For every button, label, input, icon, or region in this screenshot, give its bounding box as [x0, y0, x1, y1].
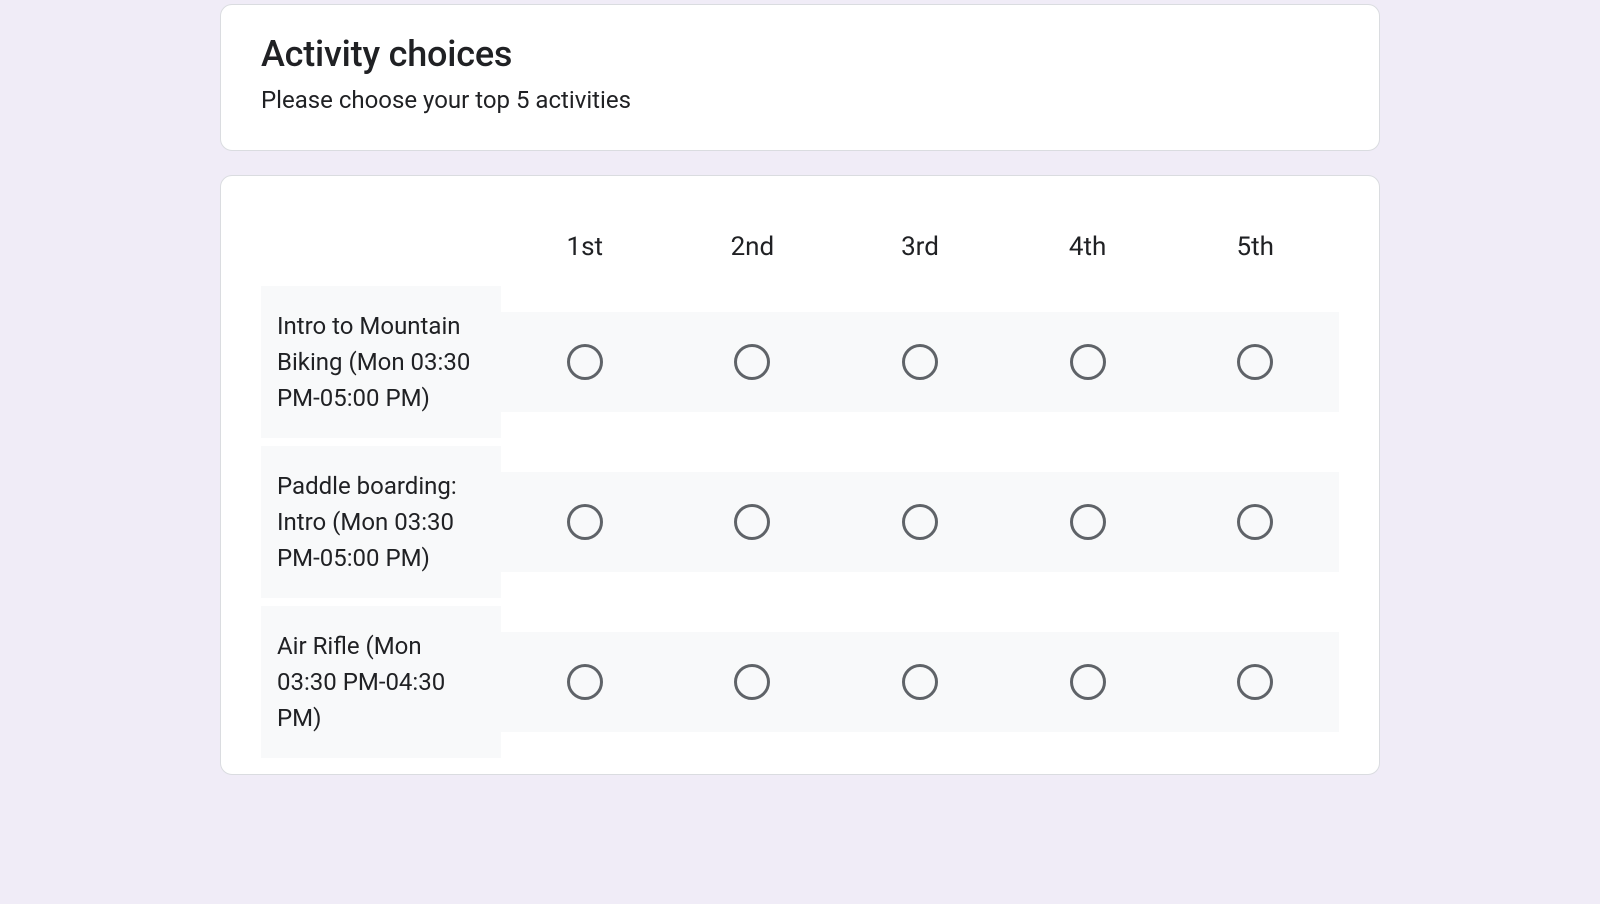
- radio-cell: [836, 312, 1004, 412]
- radio-cell: [501, 472, 669, 572]
- radio-cell: [1171, 472, 1339, 572]
- section-title: Activity choices: [261, 31, 1339, 78]
- radio-button[interactable]: [902, 664, 938, 700]
- radio-cell: [669, 632, 837, 732]
- row-label: Air Rifle (Mon 03:30 PM-04:30 PM): [261, 606, 501, 758]
- radio-button[interactable]: [567, 504, 603, 540]
- column-header-1st: 1st: [501, 220, 669, 286]
- radio-button[interactable]: [734, 344, 770, 380]
- row-label: Paddle boarding: Intro (Mon 03:30 PM-05:…: [261, 446, 501, 598]
- radio-button[interactable]: [1237, 504, 1273, 540]
- radio-cell: [1171, 632, 1339, 732]
- radio-button[interactable]: [567, 664, 603, 700]
- radio-button[interactable]: [902, 344, 938, 380]
- radio-button[interactable]: [1070, 664, 1106, 700]
- radio-button[interactable]: [734, 664, 770, 700]
- radio-cell: [1004, 312, 1172, 412]
- radio-cell: [669, 472, 837, 572]
- choice-grid: 1st 2nd 3rd 4th 5th Intro to Mountain Bi…: [261, 220, 1339, 766]
- column-header-3rd: 3rd: [836, 220, 1004, 286]
- section-header-card: Activity choices Please choose your top …: [220, 4, 1380, 151]
- row-label: Intro to Mountain Biking (Mon 03:30 PM-0…: [261, 286, 501, 438]
- radio-cell: [1004, 472, 1172, 572]
- radio-cell: [669, 312, 837, 412]
- radio-cell: [836, 472, 1004, 572]
- radio-cell: [1004, 632, 1172, 732]
- column-header-2nd: 2nd: [669, 220, 837, 286]
- radio-button[interactable]: [567, 344, 603, 380]
- column-header-4th: 4th: [1004, 220, 1172, 286]
- radio-cell: [1171, 312, 1339, 412]
- radio-cell: [836, 632, 1004, 732]
- radio-button[interactable]: [734, 504, 770, 540]
- question-grid-card: 1st 2nd 3rd 4th 5th Intro to Mountain Bi…: [220, 175, 1380, 775]
- radio-button[interactable]: [902, 504, 938, 540]
- radio-cell: [501, 312, 669, 412]
- radio-button[interactable]: [1070, 344, 1106, 380]
- radio-button[interactable]: [1237, 664, 1273, 700]
- radio-button[interactable]: [1070, 504, 1106, 540]
- column-header-5th: 5th: [1171, 220, 1339, 286]
- radio-button[interactable]: [1237, 344, 1273, 380]
- section-description: Please choose your top 5 activities: [261, 86, 1339, 114]
- radio-cell: [501, 632, 669, 732]
